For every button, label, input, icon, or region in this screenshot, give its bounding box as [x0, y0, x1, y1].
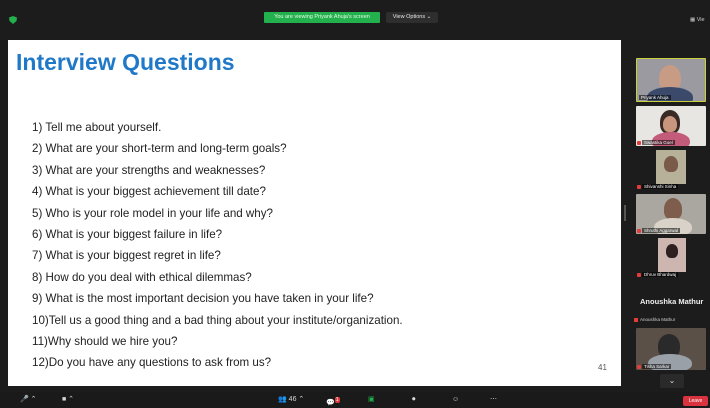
record-button[interactable]: ⏺ [412, 395, 416, 405]
reactions-button[interactable]: ☺ [452, 395, 459, 405]
video-button[interactable]: ■ ⌃ [62, 395, 74, 405]
more-button[interactable]: ⋯ [490, 395, 497, 405]
participants-button[interactable]: 👥 46 ⌃ [278, 395, 304, 405]
mic-muted-icon [634, 318, 638, 322]
participant-name: Priyank Ahuja [639, 95, 671, 100]
mic-muted-icon [637, 229, 641, 233]
mic-muted-icon [637, 365, 641, 369]
grid-icon: ▦ [690, 17, 696, 23]
participant-face [664, 198, 682, 220]
camera-icon: ■ [62, 396, 67, 403]
participant-name: Shivanshi Sinha [642, 184, 679, 189]
mute-button[interactable]: 🎤 ⌃ [20, 395, 37, 405]
question-item: 12)Do you have any questions to ask from… [32, 356, 272, 370]
participant-name-large: Anoushka Mathur [640, 297, 704, 306]
gallery-scroll-down-button[interactable]: ⌄ [660, 374, 684, 388]
more-icon: ⋯ [490, 396, 497, 403]
slide-title: Interview Questions [16, 49, 235, 75]
chat-icon: 💬 [326, 399, 335, 407]
participant-name: Dhruv Bhardwaj [642, 272, 679, 277]
question-list: 1) Tell me about yourself. 2) What are y… [32, 117, 403, 374]
video-tile-dhruv[interactable]: Dhruv Bhardwaj [636, 238, 706, 278]
share-screen-icon: ▣ [368, 396, 375, 403]
question-item: 3) What are your strengths and weaknesse… [32, 163, 266, 177]
share-screen-button[interactable]: ▣ [368, 395, 375, 405]
video-tile-shruthi[interactable]: Shruthi Aggarwal [636, 194, 706, 234]
participant-name: Tisha Sarkar [642, 364, 672, 369]
leave-button[interactable]: Leave [683, 396, 708, 406]
view-options-button[interactable]: View Options ⌄ [386, 12, 438, 23]
question-item: 7) What is your biggest regret in life? [32, 249, 221, 263]
top-bar: You are viewing Priyank Ahuja's screen V… [0, 0, 710, 34]
question-item: 1) Tell me about yourself. [32, 121, 162, 134]
question-item: 4) What is your biggest achievement till… [32, 185, 266, 199]
chat-badge: 1 [334, 397, 340, 403]
video-tile-priyank[interactable]: Priyank Ahuja [636, 58, 706, 102]
question-item: 11)Why should we hire you? [32, 334, 178, 348]
participant-face [666, 244, 678, 258]
encryption-shield-icon[interactable] [9, 16, 17, 24]
mic-muted-icon [637, 141, 641, 145]
view-layout-label: Vie [696, 17, 705, 23]
reactions-icon: ☺ [452, 396, 460, 403]
question-item: 10)Tell us a good thing and a bad thing … [32, 313, 403, 327]
participant-face [663, 116, 677, 132]
screen-share-banner: You are viewing Priyank Ahuja's screen [264, 12, 380, 23]
video-tile-tisha[interactable]: Tisha Sarkar [636, 328, 706, 370]
question-item: 5) Who is your role model in your life a… [32, 206, 274, 220]
mic-muted-icon [637, 185, 641, 189]
question-item: 8) How do you deal with ethical dilemmas… [32, 270, 252, 284]
participants-count: 46 [288, 396, 297, 403]
question-item: 6) What is your biggest failure in life? [32, 227, 223, 241]
video-tile-swastika[interactable]: Swastika Goel [636, 106, 706, 146]
video-tile-shivanshi[interactable]: Shivanshi Sinha [636, 150, 706, 190]
mic-muted-icon [637, 273, 641, 277]
participant-name: Anoushka Mathur [640, 317, 676, 322]
zoom-meeting-window: You are viewing Priyank Ahuja's screen V… [0, 0, 710, 408]
chat-button[interactable]: 💬1 [326, 395, 340, 407]
record-icon: ⏺ [412, 396, 416, 403]
slide-page-number: 41 [598, 363, 607, 372]
participants-icon: 👥 [278, 396, 287, 403]
participant-name: Shruthi Aggarwal [642, 228, 681, 233]
microphone-icon: 🎤 [20, 396, 29, 403]
participant-name: Swastika Goel [642, 140, 675, 145]
meeting-toolbar: 🎤 ⌃ ■ ⌃ 👥 46 ⌃ 💬1 ▣ ⏺ ☺ ⋯ [0, 392, 710, 408]
question-item: 2) What are your short-term and long-ter… [32, 142, 287, 156]
shared-slide: Interview Questions 1) Tell me about you… [8, 40, 621, 386]
participant-face [664, 156, 678, 172]
question-item: 9) What is the most important decision y… [32, 292, 374, 306]
view-layout-button[interactable]: ▦ Vie [690, 17, 705, 23]
split-view-divider[interactable] [624, 205, 626, 221]
